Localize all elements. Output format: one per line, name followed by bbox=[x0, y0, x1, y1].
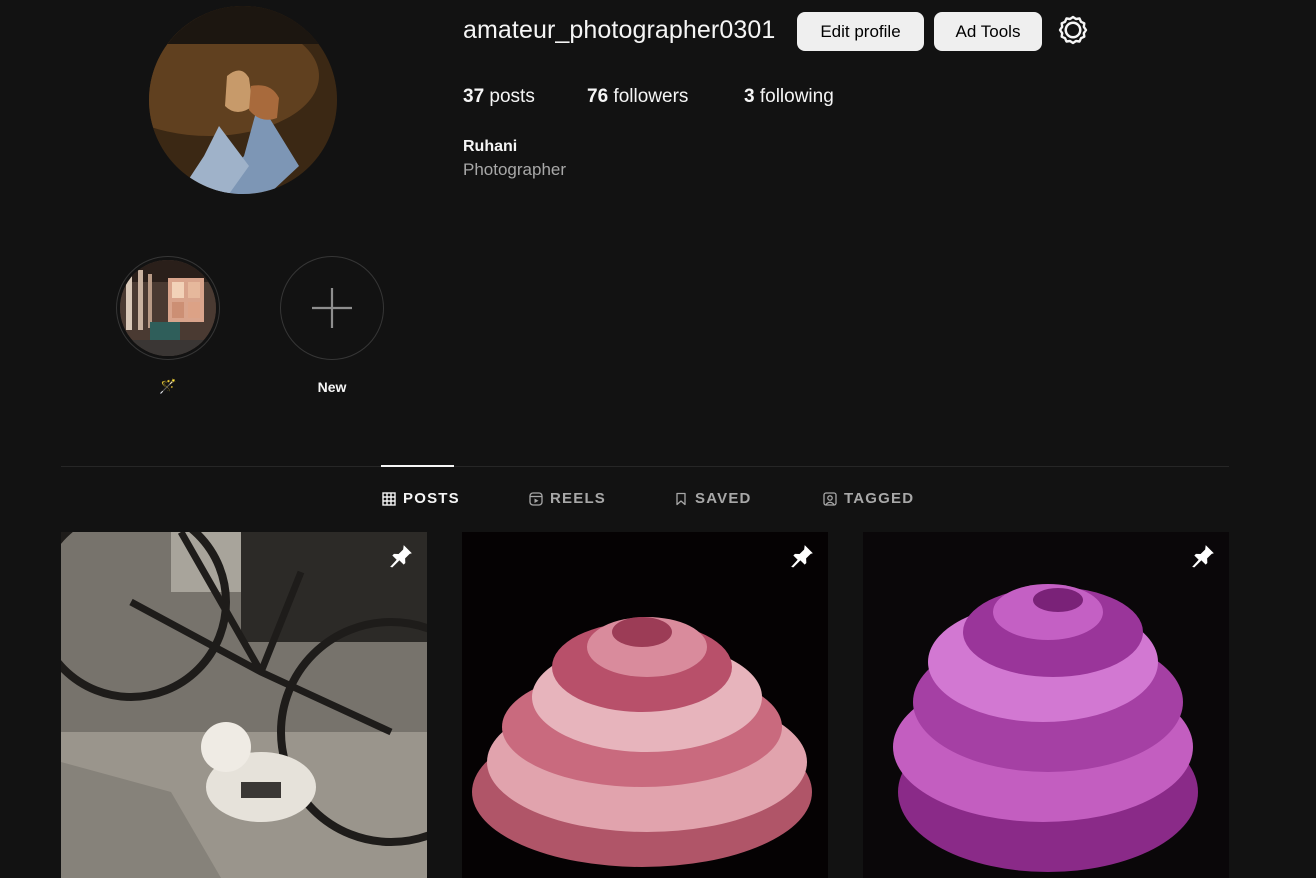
followers-count: 76 bbox=[587, 86, 609, 107]
avatar-photo bbox=[149, 6, 337, 194]
tab-posts[interactable]: POSTS bbox=[382, 490, 460, 507]
post-thumbnail-2[interactable] bbox=[462, 532, 828, 878]
profile-username: amateur_photographer0301 bbox=[463, 16, 776, 44]
bookmark-icon bbox=[676, 492, 686, 505]
posts-label: posts bbox=[489, 86, 535, 107]
following-label: following bbox=[759, 86, 834, 107]
following-stat[interactable]: 3 following bbox=[744, 86, 834, 108]
tab-tagged-label: TAGGED bbox=[844, 490, 915, 507]
pinned-icon bbox=[390, 545, 412, 568]
tabs-divider bbox=[61, 466, 1229, 467]
followers-stat[interactable]: 76 followers bbox=[587, 86, 688, 108]
tab-posts-label: POSTS bbox=[403, 490, 460, 507]
tab-tagged[interactable]: TAGGED bbox=[823, 490, 914, 507]
profile-avatar[interactable] bbox=[149, 6, 337, 194]
post-image-bicycle-dog bbox=[61, 532, 427, 878]
tab-saved-label: SAVED bbox=[695, 490, 752, 507]
tagged-icon bbox=[823, 491, 837, 506]
new-highlight-button[interactable] bbox=[280, 256, 384, 360]
ad-tools-button[interactable]: Ad Tools bbox=[934, 12, 1042, 51]
edit-profile-button[interactable]: Edit profile bbox=[797, 12, 924, 51]
post-thumbnail-1[interactable] bbox=[61, 532, 427, 878]
post-thumbnail-3[interactable] bbox=[863, 532, 1229, 878]
followers-label: followers bbox=[613, 86, 689, 107]
posts-count: 37 bbox=[463, 86, 485, 107]
reels-icon bbox=[529, 491, 543, 506]
highlight-label-1: 🪄 bbox=[159, 378, 177, 394]
following-count: 3 bbox=[744, 86, 755, 107]
highlight-cover bbox=[120, 260, 216, 356]
tab-saved[interactable]: SAVED bbox=[674, 490, 752, 507]
highlight-story-1[interactable] bbox=[116, 256, 220, 360]
pinned-icon bbox=[791, 545, 813, 568]
profile-bio: Photographer bbox=[463, 160, 567, 179]
new-highlight-label: New bbox=[317, 379, 347, 395]
active-tab-indicator bbox=[381, 465, 454, 467]
grid-icon bbox=[382, 491, 396, 506]
post-image-purple-rose bbox=[863, 532, 1229, 878]
gear-icon[interactable] bbox=[1057, 14, 1089, 46]
tab-reels-label: REELS bbox=[550, 490, 607, 507]
tab-reels[interactable]: REELS bbox=[529, 490, 606, 507]
plus-icon bbox=[312, 288, 352, 328]
pinned-icon bbox=[1192, 545, 1214, 568]
posts-count-stat: 37 posts bbox=[463, 86, 535, 108]
profile-full-name: Ruhani bbox=[463, 138, 518, 155]
post-image-pink-rose bbox=[462, 532, 828, 878]
